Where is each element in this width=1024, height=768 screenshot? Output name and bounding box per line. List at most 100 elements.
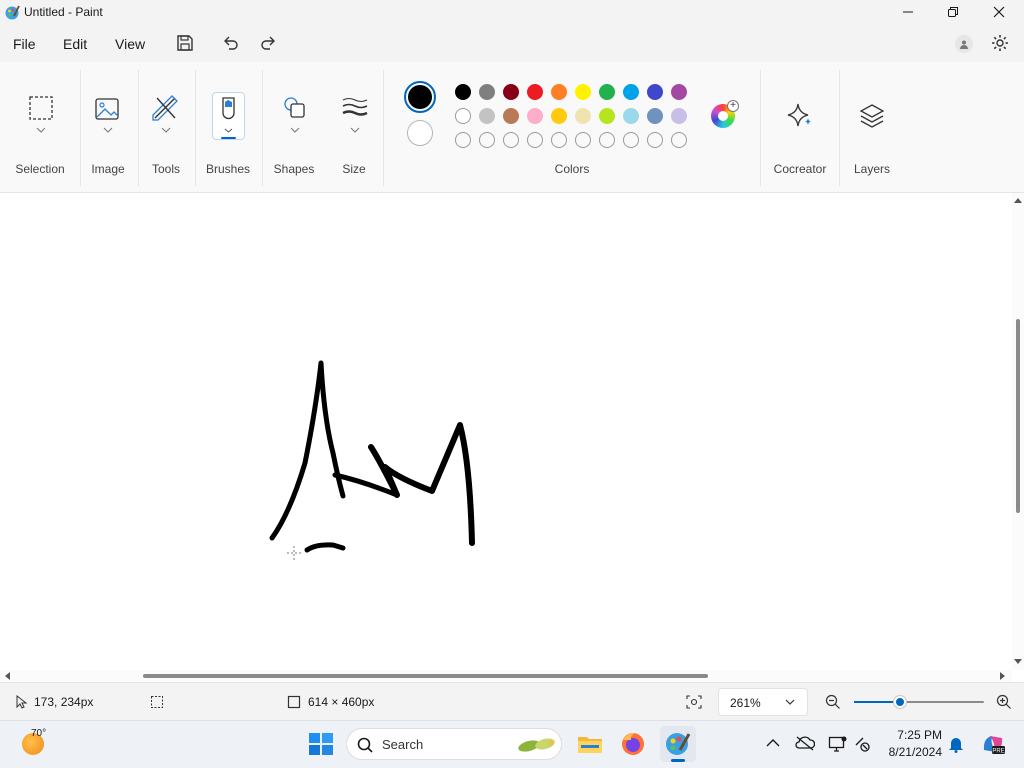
- palette-color-swatch[interactable]: [647, 84, 663, 100]
- freehand-strokes: [269, 360, 475, 553]
- svg-text:PRE: PRE: [992, 749, 1004, 755]
- palette-color-swatch[interactable]: [551, 108, 567, 124]
- palette-color-swatch[interactable]: [503, 84, 519, 100]
- zoom-out-icon[interactable]: [825, 694, 841, 710]
- restore-button[interactable]: [930, 0, 976, 24]
- size-button[interactable]: [334, 90, 376, 140]
- cocreator-button[interactable]: [780, 96, 820, 136]
- zoom-dropdown[interactable]: 261%: [718, 688, 808, 716]
- palette-custom-slot[interactable]: [575, 132, 591, 148]
- cocreator-label: Cocreator: [773, 162, 827, 176]
- palette-color-swatch[interactable]: [455, 108, 471, 124]
- scroll-up-arrow-icon[interactable]: [1014, 197, 1022, 203]
- color-palette: [452, 80, 692, 152]
- taskbar-file-explorer[interactable]: [574, 728, 606, 760]
- taskbar-search-box[interactable]: Search: [346, 728, 562, 760]
- windows-logo-icon: [309, 733, 333, 755]
- menu-view[interactable]: View: [115, 36, 145, 52]
- palette-color-swatch[interactable]: [551, 84, 567, 100]
- palette-custom-slot[interactable]: [551, 132, 567, 148]
- ribbon-divider: [383, 70, 384, 186]
- scroll-down-arrow-icon[interactable]: [1014, 659, 1022, 665]
- drawing-canvas[interactable]: [0, 193, 1012, 670]
- display-icon[interactable]: [828, 735, 848, 753]
- clock-date[interactable]: 8/21/2024: [880, 745, 942, 759]
- palette-color-swatch[interactable]: [599, 108, 615, 124]
- zoom-slider-fill: [854, 701, 900, 703]
- onedrive-offline-icon[interactable]: [795, 735, 815, 751]
- palette-color-swatch[interactable]: [575, 84, 591, 100]
- clock-time[interactable]: 7:25 PM: [880, 728, 942, 742]
- menu-file[interactable]: File: [13, 36, 36, 52]
- cursor-position-readout: 173, 234px: [34, 695, 94, 709]
- minimize-button[interactable]: [885, 0, 931, 24]
- paint-app-icon: [5, 5, 20, 20]
- account-avatar[interactable]: [955, 35, 973, 53]
- save-icon[interactable]: [174, 32, 196, 54]
- brush-selected-indicator: [221, 137, 236, 139]
- taskbar-firefox[interactable]: [617, 728, 649, 760]
- zoom-in-icon[interactable]: [996, 694, 1012, 710]
- palette-custom-slot[interactable]: [455, 132, 471, 148]
- palette-custom-slot[interactable]: [647, 132, 663, 148]
- vertical-scroll-thumb[interactable]: [1016, 319, 1020, 513]
- selection-tool-button[interactable]: [20, 90, 62, 140]
- palette-custom-slot[interactable]: [599, 132, 615, 148]
- palette-color-swatch[interactable]: [575, 108, 591, 124]
- palette-custom-slot[interactable]: [671, 132, 687, 148]
- zoom-slider-track[interactable]: [854, 696, 984, 708]
- scroll-right-arrow-icon[interactable]: [1000, 672, 1006, 680]
- palette-color-swatch[interactable]: [599, 84, 615, 100]
- tools-button[interactable]: [145, 90, 187, 140]
- vertical-scrollbar[interactable]: [1012, 193, 1024, 670]
- brushes-button[interactable]: [212, 92, 245, 140]
- image-tool-button[interactable]: [87, 90, 129, 140]
- scroll-left-arrow-icon[interactable]: [4, 672, 10, 680]
- palette-color-swatch[interactable]: [527, 108, 543, 124]
- close-button[interactable]: [976, 0, 1022, 24]
- edit-colors-button[interactable]: +: [710, 100, 739, 129]
- network-icon[interactable]: [853, 735, 873, 753]
- palette-custom-slot[interactable]: [623, 132, 639, 148]
- fit-to-window-icon[interactable]: [685, 694, 703, 710]
- palette-color-swatch[interactable]: [479, 84, 495, 100]
- horizontal-scrollbar[interactable]: [0, 670, 1012, 682]
- layers-button[interactable]: [852, 96, 892, 136]
- undo-icon[interactable]: [219, 32, 241, 54]
- zoom-slider-thumb[interactable]: [893, 696, 906, 708]
- search-icon: [357, 737, 373, 753]
- copilot-button[interactable]: PRE: [980, 732, 1006, 756]
- chevron-up-icon[interactable]: [766, 738, 780, 748]
- size-label: Size: [342, 162, 366, 176]
- account-icon: [960, 40, 968, 49]
- chevron-down-icon: [785, 699, 795, 705]
- palette-color-swatch[interactable]: [671, 84, 687, 100]
- taskbar-paint-active[interactable]: [660, 726, 696, 762]
- horizontal-scroll-thumb[interactable]: [143, 674, 708, 678]
- folder-icon: [578, 737, 602, 753]
- palette-color-swatch[interactable]: [647, 108, 663, 124]
- palette-custom-slot[interactable]: [503, 132, 519, 148]
- weather-temperature: 70°: [31, 728, 47, 739]
- start-button[interactable]: [306, 730, 336, 758]
- palette-color-swatch[interactable]: [455, 84, 471, 100]
- notification-bell-icon[interactable]: [948, 735, 964, 753]
- palette-color-swatch[interactable]: [527, 84, 543, 100]
- primary-color-fill: [408, 85, 432, 109]
- palette-color-swatch[interactable]: [623, 84, 639, 100]
- secondary-color-swatch[interactable]: [407, 120, 433, 146]
- canvas-size-icon: [287, 695, 301, 709]
- palette-color-swatch[interactable]: [623, 108, 639, 124]
- palette-custom-slot[interactable]: [527, 132, 543, 148]
- palette-color-swatch[interactable]: [479, 108, 495, 124]
- palette-color-swatch[interactable]: [503, 108, 519, 124]
- shapes-icon: [284, 97, 305, 133]
- settings-gear-icon[interactable]: [990, 33, 1010, 53]
- shapes-button[interactable]: [274, 90, 316, 140]
- tools-pencil-icon: [152, 95, 178, 133]
- menu-edit[interactable]: Edit: [63, 36, 87, 52]
- redo-icon[interactable]: [258, 32, 280, 54]
- palette-custom-slot[interactable]: [479, 132, 495, 148]
- palette-color-swatch[interactable]: [671, 108, 687, 124]
- primary-color-swatch[interactable]: [404, 81, 436, 113]
